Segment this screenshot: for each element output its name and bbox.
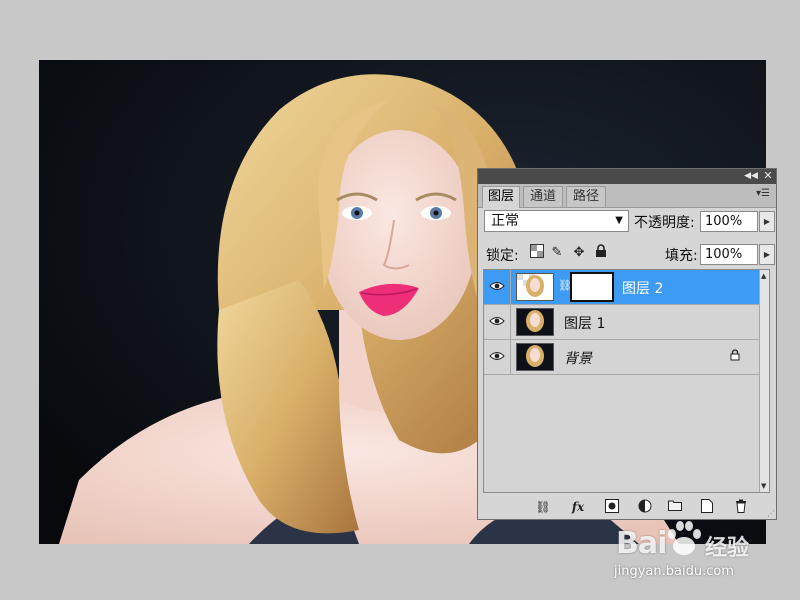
layers-list: ⛓ 图层 2 图层 1 背景 ▲ ▼ <box>483 269 770 493</box>
lock-all-icon[interactable] <box>592 244 610 262</box>
dropdown-arrow-icon: ▼ <box>615 215 623 226</box>
layers-scrollbar[interactable]: ▲ ▼ <box>759 270 769 492</box>
panel-menu-icon[interactable]: ▾☰ <box>756 188 770 199</box>
fx-icon[interactable]: fx <box>567 499 589 516</box>
opacity-field[interactable]: 100% <box>700 211 758 232</box>
tab-paths[interactable]: 路径 <box>566 186 606 207</box>
layer-row-2[interactable]: ⛓ 图层 2 <box>484 270 759 305</box>
lock-move-icon[interactable]: ✥ <box>570 244 588 262</box>
paw-logo-icon <box>668 521 701 555</box>
watermark-suffix: 经验 <box>705 536 750 561</box>
lock-row: 锁定: ✎ ✥ 填充: 100% ▶ <box>478 240 776 268</box>
tab-channels[interactable]: 通道 <box>523 186 563 207</box>
layer-thumbnail[interactable] <box>516 343 554 371</box>
layer-name: 背景 <box>564 351 592 367</box>
watermark-brand: Bai <box>616 526 667 561</box>
layer-name: 图层 2 <box>622 281 664 297</box>
layer-locked-icon <box>730 349 740 364</box>
link-layers-icon[interactable]: ⛓ <box>532 499 554 516</box>
eye-icon <box>489 352 505 360</box>
lock-transparent-icon[interactable] <box>528 244 546 262</box>
lock-brush-icon[interactable]: ✎ <box>548 244 566 262</box>
blend-mode-select[interactable]: 正常 ▼ <box>484 210 629 232</box>
layer-mask-thumbnail[interactable] <box>570 272 614 302</box>
fill-field[interactable]: 100% <box>700 244 758 265</box>
scroll-up-icon[interactable]: ▲ <box>761 272 766 280</box>
opacity-label: 不透明度: <box>634 215 695 231</box>
opacity-slider-button[interactable]: ▶ <box>759 211 775 232</box>
eye-icon <box>489 282 505 290</box>
collapse-panel-icon[interactable]: ◀◀ <box>744 170 758 182</box>
layer-row-background[interactable]: 背景 <box>484 340 759 375</box>
layer-thumbnail[interactable] <box>516 308 554 336</box>
eye-icon <box>489 317 505 325</box>
layers-panel: ◀◀ ✕ 图层 通道 路径 ▾☰ 正常 ▼ 不透明度: 100% ▶ 锁定: ✎… <box>477 168 777 520</box>
fill-label: 填充: <box>665 248 698 264</box>
tab-layers[interactable]: 图层 <box>482 186 520 208</box>
fill-slider-button[interactable]: ▶ <box>759 244 775 265</box>
panel-tab-bar: 图层 通道 路径 ▾☰ <box>478 184 776 208</box>
visibility-toggle[interactable] <box>484 305 511 339</box>
panel-titlebar[interactable]: ◀◀ ✕ <box>478 169 776 184</box>
blend-row: 正常 ▼ 不透明度: 100% ▶ <box>478 208 776 236</box>
visibility-toggle[interactable] <box>484 270 511 304</box>
layer-thumbnail[interactable] <box>516 273 554 301</box>
layer-name: 图层 1 <box>564 316 606 332</box>
watermark-url: jingyan.baidu.com <box>614 564 734 579</box>
layer-row-1[interactable]: 图层 1 <box>484 305 759 340</box>
watermark: Bai 经验 jingyan.baidu.com <box>600 514 800 594</box>
scroll-down-icon[interactable]: ▼ <box>761 482 766 490</box>
lock-label: 锁定: <box>486 248 519 264</box>
blend-mode-value: 正常 <box>491 213 519 229</box>
close-icon[interactable]: ✕ <box>761 170 775 182</box>
visibility-toggle[interactable] <box>484 340 511 374</box>
